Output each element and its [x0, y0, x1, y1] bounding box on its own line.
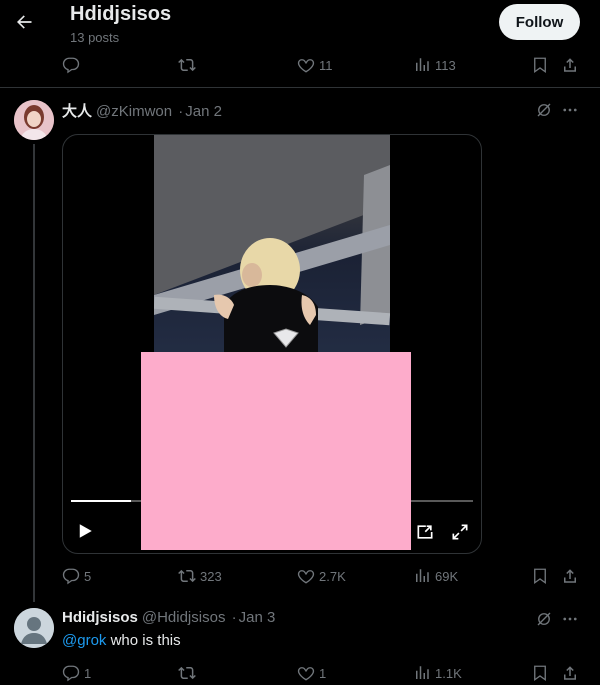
like-button[interactable]: 11	[297, 53, 333, 77]
reply-icon	[62, 57, 80, 74]
arrow-left-icon	[17, 15, 32, 29]
picture-in-picture-button[interactable]	[413, 520, 437, 544]
grok-button[interactable]	[533, 608, 555, 630]
views-button[interactable]: 69K	[413, 564, 458, 588]
views-button[interactable]: 1.1K	[413, 661, 462, 685]
video-progress-fill	[71, 500, 132, 502]
more-options-button[interactable]	[559, 608, 581, 630]
share-button[interactable]	[561, 564, 579, 588]
retweet-icon	[178, 58, 196, 72]
like-count: 1	[319, 665, 327, 681]
like-count: 11	[319, 57, 333, 73]
reply-button[interactable]: 1	[62, 661, 91, 685]
post-count: 13 posts	[70, 30, 120, 45]
reply-count: 1	[84, 665, 92, 681]
play-button[interactable]	[73, 519, 97, 543]
retweet-button[interactable]	[178, 53, 200, 77]
grok-button[interactable]	[533, 99, 555, 121]
grok-icon	[537, 103, 551, 117]
tweet-header: Hdidjsisos @Hdidjsisos · Jan 3	[62, 609, 275, 626]
views-count: 69K	[435, 568, 459, 584]
like-button[interactable]: 1	[297, 661, 326, 685]
avatar[interactable]	[14, 100, 54, 140]
reply-icon	[62, 568, 80, 585]
video-frame	[154, 135, 390, 360]
tweet-header: 大人 @zKimwon · Jan 2	[62, 100, 222, 121]
heart-icon	[297, 570, 315, 584]
retweet-icon	[178, 666, 196, 680]
mention-link[interactable]: @grok	[62, 632, 106, 649]
like-button[interactable]: 2.7K	[297, 564, 346, 588]
like-count: 2.7K	[319, 568, 346, 584]
grok-icon	[537, 612, 551, 626]
profile-title: Hdidjsisos	[70, 3, 172, 25]
profile-header: Hdidjsisos 13 posts Follow	[0, 0, 600, 50]
play-icon	[79, 524, 92, 538]
reply-icon	[62, 665, 80, 682]
reply-count: 5	[84, 568, 92, 584]
avatar-image	[14, 100, 54, 140]
share-icon	[564, 58, 576, 72]
fullscreen-icon	[452, 524, 468, 540]
share-icon	[564, 666, 576, 680]
bookmark-button[interactable]	[531, 53, 549, 77]
bookmark-icon	[534, 568, 546, 585]
fullscreen-button[interactable]	[448, 520, 472, 544]
tweet-date[interactable]: Jan 3	[239, 609, 276, 626]
censor-overlay	[141, 352, 411, 550]
bookmark-icon	[534, 57, 546, 74]
retweet-icon	[178, 569, 196, 583]
author-handle[interactable]: @Hdidjsisos	[142, 609, 226, 626]
back-button[interactable]	[6, 4, 42, 40]
heart-icon	[297, 667, 315, 681]
share-button[interactable]	[561, 661, 579, 685]
tweet-actions: 1 1 1.1K	[0, 661, 600, 685]
thread-line	[33, 144, 35, 602]
share-icon	[564, 569, 576, 583]
tweet-body: who is this	[106, 632, 181, 649]
author-name[interactable]: 大人	[62, 103, 92, 120]
views-icon	[416, 569, 429, 582]
avatar[interactable]	[14, 608, 54, 648]
views-icon	[416, 58, 429, 71]
more-icon	[563, 617, 577, 621]
top-tweet-actions: 11 113	[0, 53, 600, 77]
views-button[interactable]: 113	[413, 53, 456, 77]
views-count: 1.1K	[435, 665, 462, 681]
follow-button[interactable]: Follow	[499, 4, 580, 40]
views-icon	[416, 666, 429, 679]
bookmark-icon	[534, 665, 546, 682]
reply-button[interactable]: 5	[62, 564, 91, 588]
heart-icon	[297, 59, 315, 73]
author-handle[interactable]: @zKimwon	[96, 103, 172, 120]
share-button[interactable]	[561, 53, 579, 77]
tweet-date[interactable]: Jan 2	[185, 103, 222, 120]
author-name[interactable]: Hdidjsisos	[62, 609, 138, 626]
retweet-count: 323	[200, 568, 222, 584]
divider	[0, 87, 600, 88]
reply-button[interactable]	[62, 53, 84, 77]
views-count: 113	[435, 57, 456, 73]
separator-dot: ·	[231, 609, 237, 626]
bookmark-button[interactable]	[531, 564, 549, 588]
tweet-actions: 5 323 2.7K 69K	[0, 564, 600, 588]
more-options-button[interactable]	[559, 99, 581, 121]
video-still	[154, 135, 390, 360]
separator-dot: ·	[178, 103, 184, 120]
retweet-button[interactable]	[178, 661, 200, 685]
picture-in-picture-icon	[417, 525, 433, 539]
retweet-button[interactable]: 323	[178, 564, 222, 588]
more-icon	[563, 108, 577, 112]
tweet-text: @grok who is this	[62, 632, 181, 649]
bookmark-button[interactable]	[531, 661, 549, 685]
default-avatar-icon	[14, 608, 54, 648]
